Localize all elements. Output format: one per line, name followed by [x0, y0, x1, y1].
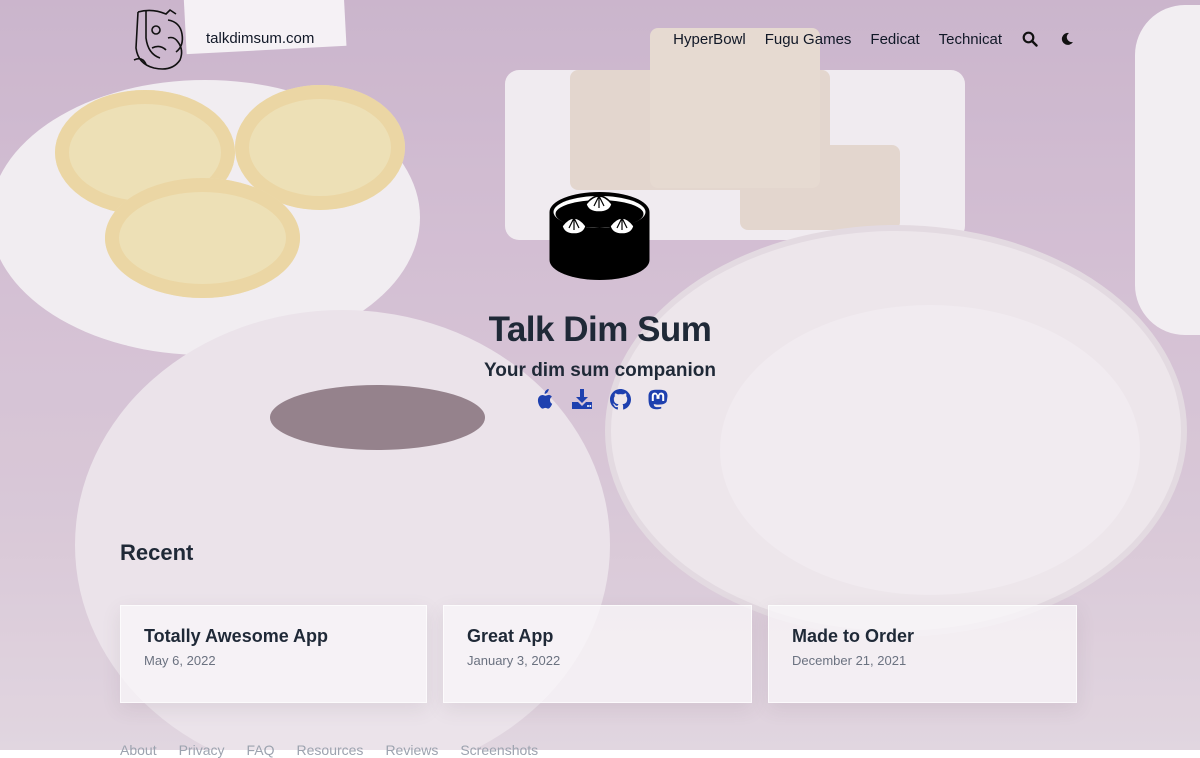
moon-icon[interactable] [1058, 30, 1076, 48]
site-header: talkdimsum.com HyperBowl Fugu Games Fedi… [0, 0, 1200, 80]
nav-technicat[interactable]: Technicat [939, 31, 1002, 48]
hero-links [532, 387, 670, 411]
nav-fedicat[interactable]: Fedicat [870, 31, 919, 48]
footer-link-faq[interactable]: FAQ [247, 742, 275, 758]
footer-link-about[interactable]: About [120, 742, 157, 758]
main-nav: HyperBowl Fugu Games Fedicat Technicat [673, 30, 1076, 48]
footer-link-screenshots[interactable]: Screenshots [460, 742, 538, 758]
post-date: December 21, 2021 [792, 653, 907, 668]
post-date: May 6, 2022 [144, 653, 216, 668]
footer-link-reviews[interactable]: Reviews [385, 742, 438, 758]
dim-sum-steamer-icon [549, 192, 650, 280]
post-card[interactable]: Made to Order December 21, 2021 [768, 605, 1077, 703]
post-card[interactable]: Totally Awesome App May 6, 2022 [120, 605, 427, 703]
github-icon[interactable] [608, 387, 632, 411]
apple-icon[interactable] [532, 387, 556, 411]
nav-fugu-games[interactable]: Fugu Games [765, 31, 852, 48]
page-title: Talk Dim Sum [488, 310, 712, 349]
post-title[interactable]: Great App [467, 626, 728, 647]
footer-link-privacy[interactable]: Privacy [179, 742, 225, 758]
post-date: January 3, 2022 [467, 653, 561, 668]
post-card[interactable]: Great App January 3, 2022 [443, 605, 752, 703]
recent-posts: Totally Awesome App May 6, 2022 Great Ap… [120, 605, 1077, 703]
post-title[interactable]: Made to Order [792, 626, 1053, 647]
page-subtitle: Your dim sum companion [484, 360, 716, 381]
site-name-link[interactable]: talkdimsum.com [206, 30, 314, 47]
recent-heading: Recent [120, 540, 194, 565]
mastodon-icon[interactable] [646, 387, 670, 411]
search-icon[interactable] [1021, 30, 1039, 48]
footer-link-resources[interactable]: Resources [297, 742, 364, 758]
download-icon[interactable] [570, 387, 594, 411]
footer-links: About Privacy FAQ Resources Reviews Scre… [120, 742, 538, 758]
post-title[interactable]: Totally Awesome App [144, 626, 403, 647]
cat-logo-icon[interactable] [132, 8, 190, 74]
nav-hyperbowl[interactable]: HyperBowl [673, 31, 746, 48]
